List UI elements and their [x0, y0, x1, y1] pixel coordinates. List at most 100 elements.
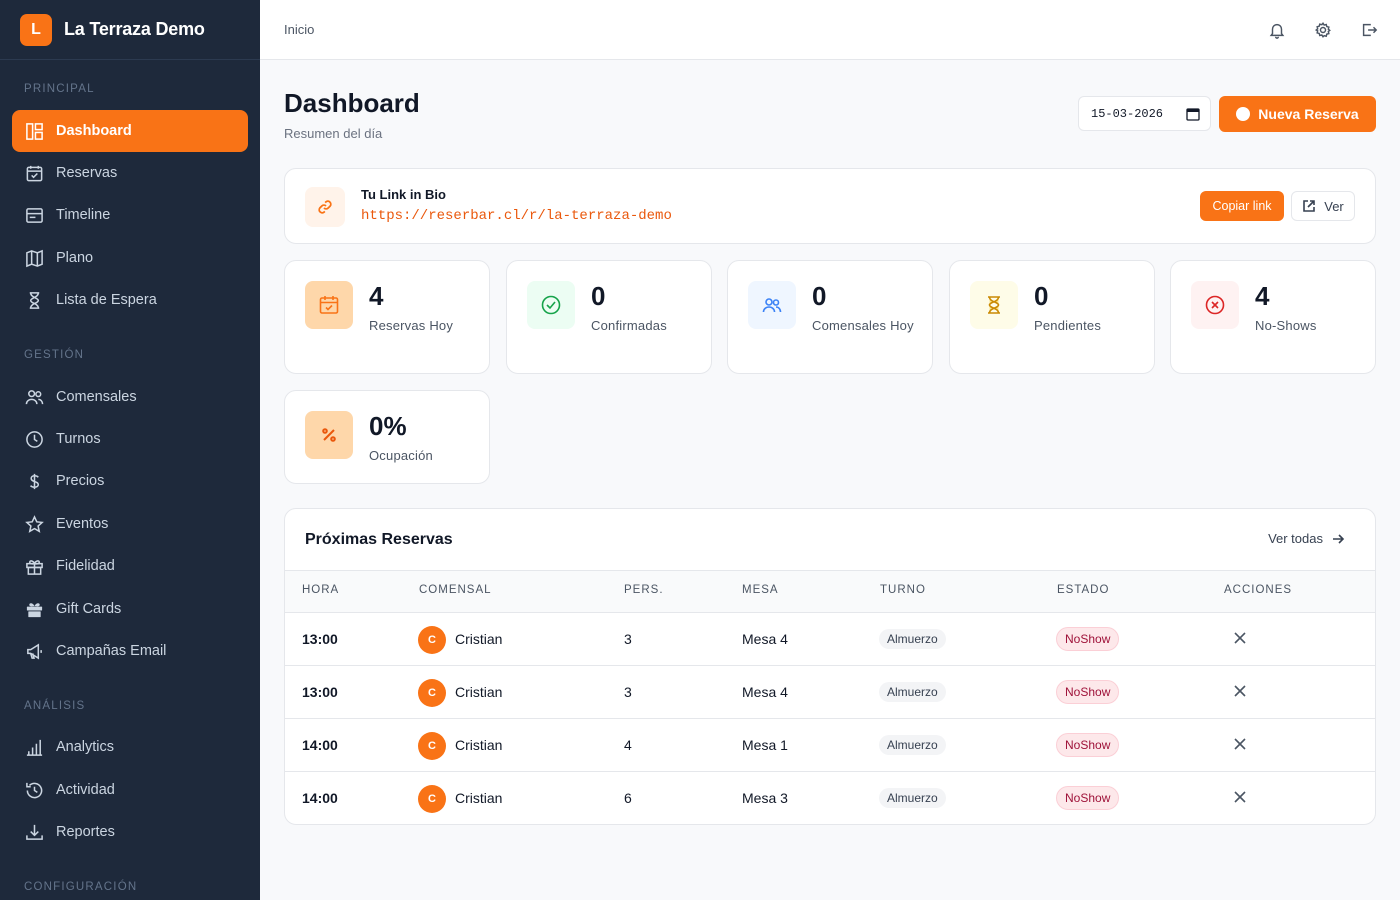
table-row[interactable]: 13:00 C Cristian 3 Mesa 4 Almuerzo NoSho… [285, 613, 1375, 666]
col-estado[interactable]: ESTADO [1057, 584, 1109, 596]
avatar: C [418, 785, 446, 813]
row-time: 13:00 [302, 684, 338, 700]
row-table: Mesa 3 [742, 790, 788, 806]
stat-card-comensales-hoy: 0 Comensales Hoy [727, 260, 933, 374]
sidebar-item-turnos[interactable]: Turnos [12, 418, 248, 460]
sidebar-item-precios[interactable]: Precios [12, 460, 248, 502]
calendar-check-icon [24, 163, 44, 183]
col-turno[interactable]: TURNO [880, 584, 926, 596]
row-people: 3 [624, 631, 632, 647]
status-badge: NoShow [1056, 627, 1120, 651]
hourglass-icon [970, 281, 1018, 329]
upcoming-title: Próximas Reservas [305, 531, 453, 548]
sidebar-item-reportes[interactable]: Reportes [12, 811, 248, 853]
sidebar-item-plano[interactable]: Plano [12, 237, 248, 279]
row-people: 3 [624, 684, 632, 700]
view-link-label: Ver [1324, 198, 1344, 214]
users-icon [24, 387, 44, 407]
sidebar-item-timeline[interactable]: Timeline [12, 194, 248, 236]
stat-label: Reservas Hoy [369, 318, 454, 333]
stat-value: 0 [1034, 281, 1049, 311]
sidebar-item-eventos[interactable]: Eventos [12, 503, 248, 545]
gift-icon [24, 556, 44, 576]
stat-card-pendientes: 0 Pendientes [949, 260, 1155, 374]
new-reservation-label: Nueva Reserva [1258, 106, 1359, 122]
calendar-icon [1186, 108, 1200, 121]
topbar-actions [1268, 0, 1378, 60]
stat-label: No-Shows [1255, 318, 1317, 333]
shift-badge: Almuerzo [879, 735, 946, 755]
gear-icon[interactable] [1314, 21, 1332, 39]
sidebar-item-label: Plano [56, 250, 94, 266]
row-guest: Cristian [455, 790, 503, 806]
close-icon[interactable] [1233, 631, 1247, 645]
close-icon[interactable] [1233, 790, 1247, 804]
sidebar-item-label: Campañas Email [56, 643, 167, 659]
table-row[interactable]: 14:00 C Cristian 4 Mesa 1 Almuerzo NoSho… [285, 719, 1375, 772]
x-circle-icon [1191, 281, 1239, 329]
sidebar-item-label: Gift Cards [56, 601, 122, 617]
hourglass-icon [24, 290, 44, 310]
close-icon[interactable] [1233, 737, 1247, 751]
percent-icon [305, 411, 353, 459]
brand-name: La Terraza Demo [64, 19, 205, 39]
stat-value: 0% [369, 411, 407, 441]
date-value: 15-03-2026 [1091, 106, 1164, 121]
status-badge: NoShow [1056, 680, 1120, 704]
stat-value: 4 [369, 281, 384, 311]
row-time: 14:00 [302, 790, 338, 806]
section-label-gestion: GESTIÓN [24, 349, 85, 361]
sidebar-item-gift-cards[interactable]: Gift Cards [12, 588, 248, 630]
page-subtitle: Resumen del día [284, 126, 383, 141]
timeline-icon [24, 205, 44, 225]
col-mesa[interactable]: MESA [742, 584, 779, 596]
stat-value: 0 [591, 281, 606, 311]
sidebar-item-label: Turnos [56, 431, 101, 447]
status-badge: NoShow [1056, 733, 1120, 757]
copy-link-button[interactable]: Copiar link [1200, 191, 1284, 221]
map-icon [24, 248, 44, 268]
brand[interactable]: L La Terraza Demo [0, 0, 260, 60]
stat-label: Pendientes [1034, 318, 1102, 333]
dashboard-icon [24, 121, 44, 141]
sidebar-item-comensales[interactable]: Comensales [12, 376, 248, 418]
logout-icon[interactable] [1360, 21, 1378, 39]
sidebar-item-fidelidad[interactable]: Fidelidad [12, 545, 248, 587]
section-label-analisis: ANÁLISIS [24, 700, 86, 712]
calendar-icon [305, 281, 353, 329]
new-reservation-button[interactable]: Nueva Reserva [1219, 96, 1376, 132]
row-table: Mesa 4 [742, 631, 788, 647]
check-circle-icon [527, 281, 575, 329]
avatar: C [418, 626, 446, 654]
shift-badge: Almuerzo [879, 788, 946, 808]
sidebar-item-label: Precios [56, 473, 105, 489]
brand-logo: L [20, 13, 52, 46]
sidebar-item-reservas[interactable]: Reservas [12, 152, 248, 194]
col-comensal[interactable]: COMENSAL [419, 584, 492, 596]
breadcrumb[interactable]: Inicio [284, 22, 314, 37]
bell-icon[interactable] [1268, 21, 1286, 39]
bio-title: Tu Link in Bio [361, 187, 446, 202]
sidebar-item-label: Dashboard [56, 123, 132, 139]
sidebar-item-campanas-email[interactable]: Campañas Email [12, 630, 248, 672]
col-personas[interactable]: PERS. [624, 584, 664, 596]
bio-url[interactable]: https://reserbar.cl/r/la-terraza-demo [361, 208, 672, 224]
sidebar-item-lista-espera[interactable]: Lista de Espera [12, 279, 248, 321]
activity-clock-icon [24, 780, 44, 800]
sidebar-item-actividad[interactable]: Actividad [12, 769, 248, 811]
sidebar-item-label: Reservas [56, 165, 118, 181]
section-label-principal: PRINCIPAL [24, 83, 95, 95]
view-link-button[interactable]: Ver [1291, 191, 1355, 221]
sidebar-item-analytics[interactable]: Analytics [12, 726, 248, 768]
col-hora[interactable]: HORA [302, 584, 339, 596]
sidebar-item-dashboard[interactable]: Dashboard [12, 110, 248, 152]
close-icon[interactable] [1233, 684, 1247, 698]
stat-label: Confirmadas [591, 318, 667, 333]
plus-circle-icon [1236, 107, 1251, 121]
table-row[interactable]: 13:00 C Cristian 3 Mesa 4 Almuerzo NoSho… [285, 666, 1375, 719]
stat-card-no-shows: 4 No-Shows [1170, 260, 1376, 374]
see-all-link[interactable]: Ver todas [1268, 531, 1345, 546]
table-row[interactable]: 14:00 C Cristian 6 Mesa 3 Almuerzo NoSho… [285, 772, 1375, 824]
link-icon [305, 187, 345, 227]
date-input[interactable]: 15-03-2026 [1078, 96, 1211, 131]
